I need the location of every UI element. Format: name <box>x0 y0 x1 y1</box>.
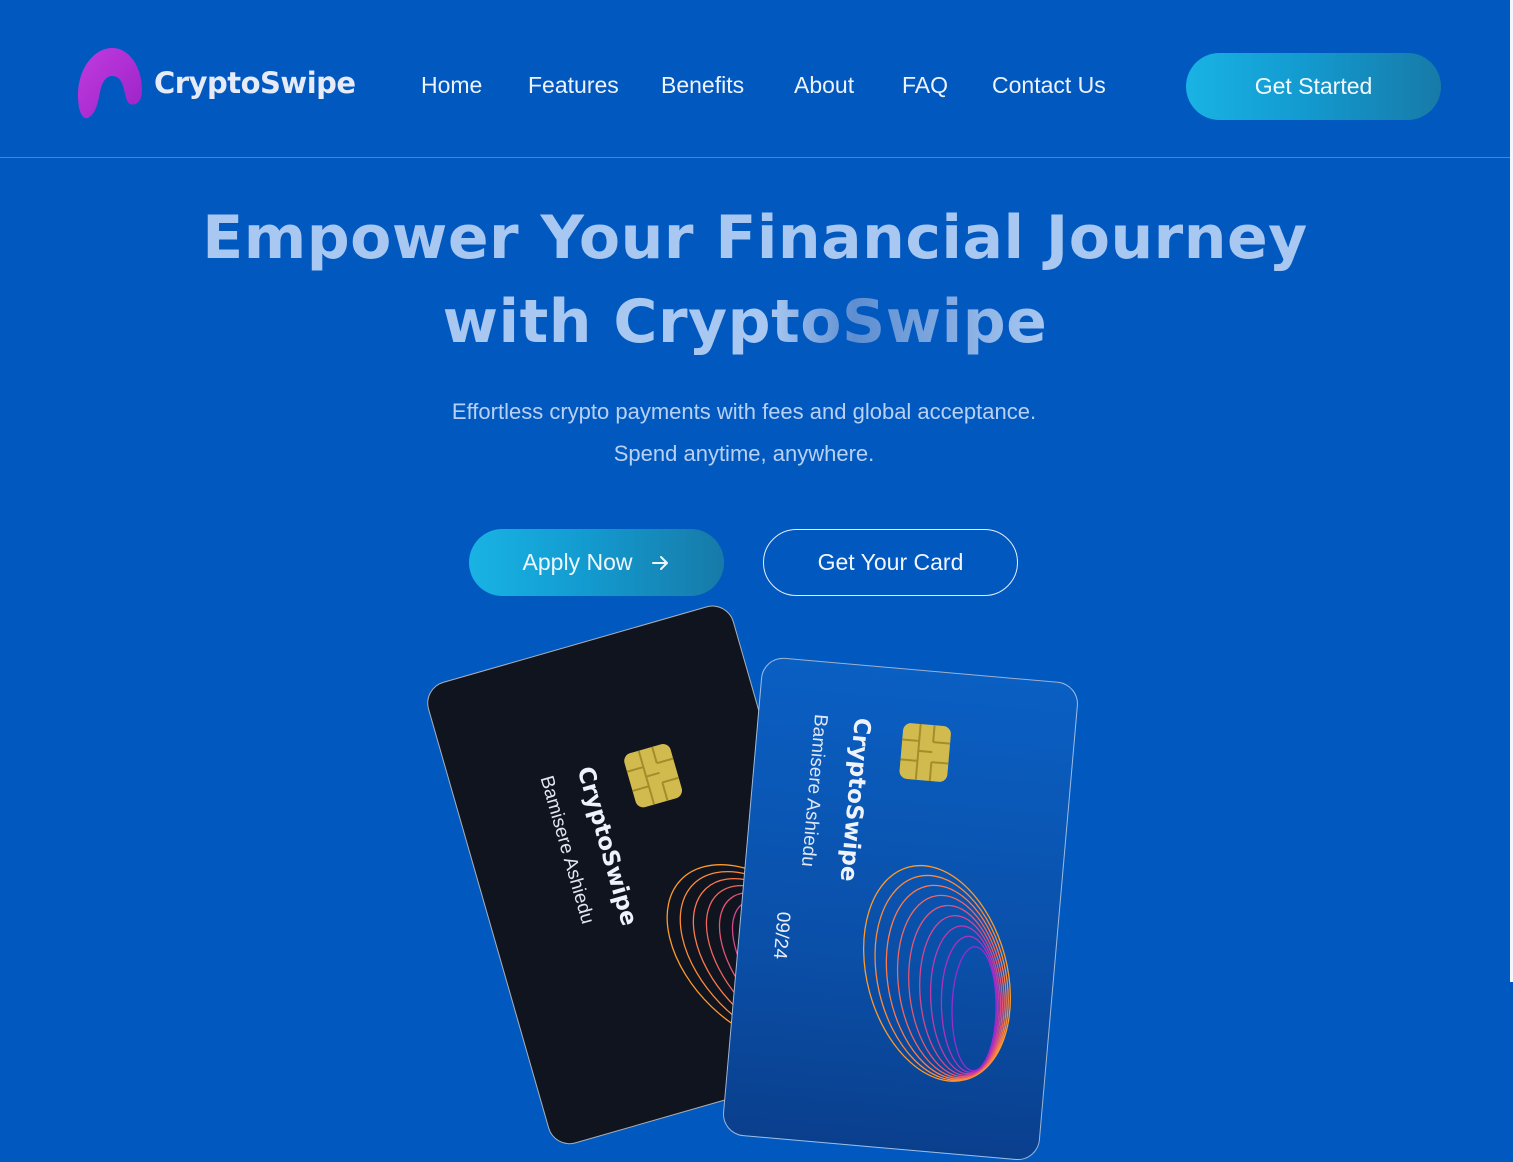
nav-features[interactable]: Features <box>528 72 619 99</box>
apply-now-button[interactable]: Apply Now <box>469 529 724 596</box>
hero-title-line1: Empower Your Financial Journey <box>202 203 1308 273</box>
hero-title-line2: with CryptoSwipe <box>0 280 1510 364</box>
card-swirl-graphic <box>862 864 1012 1082</box>
card-expiry: 09/24 <box>768 910 794 961</box>
get-your-card-button[interactable]: Get Your Card <box>763 529 1018 596</box>
hero-title-line2-fade: toSwipe <box>771 287 1048 357</box>
arrow-right-icon <box>652 555 669 570</box>
hero-title: Empower Your Financial Journey with Cryp… <box>0 196 1510 364</box>
get-your-card-label: Get Your Card <box>817 549 964 575</box>
credit-card-blue: CryptoSwipe Bamisere Ashiedu 09/24 <box>721 656 1080 1162</box>
hero-subtitle-line2: Spend anytime, anywhere. <box>613 441 875 466</box>
nav-faq[interactable]: FAQ <box>902 72 948 99</box>
nav-benefits[interactable]: Benefits <box>661 72 744 99</box>
nav-contact-us[interactable]: Contact Us <box>992 72 1106 99</box>
nav-home[interactable]: Home <box>421 72 482 99</box>
nav-about[interactable]: About <box>794 72 854 99</box>
card-chip-icon <box>899 723 951 782</box>
get-started-label: Get Started <box>1254 73 1373 99</box>
site-header: CryptoSwipe Home Features Benefits About… <box>0 0 1510 158</box>
card-chip-icon <box>624 744 683 808</box>
apply-now-label: Apply Now <box>522 549 633 575</box>
hero-title-line2-prefix: with Cryp <box>442 287 772 357</box>
hero-subtitle-line1: Effortless crypto payments with fees and… <box>451 399 1037 424</box>
get-started-button[interactable]: Get Started <box>1186 53 1441 120</box>
